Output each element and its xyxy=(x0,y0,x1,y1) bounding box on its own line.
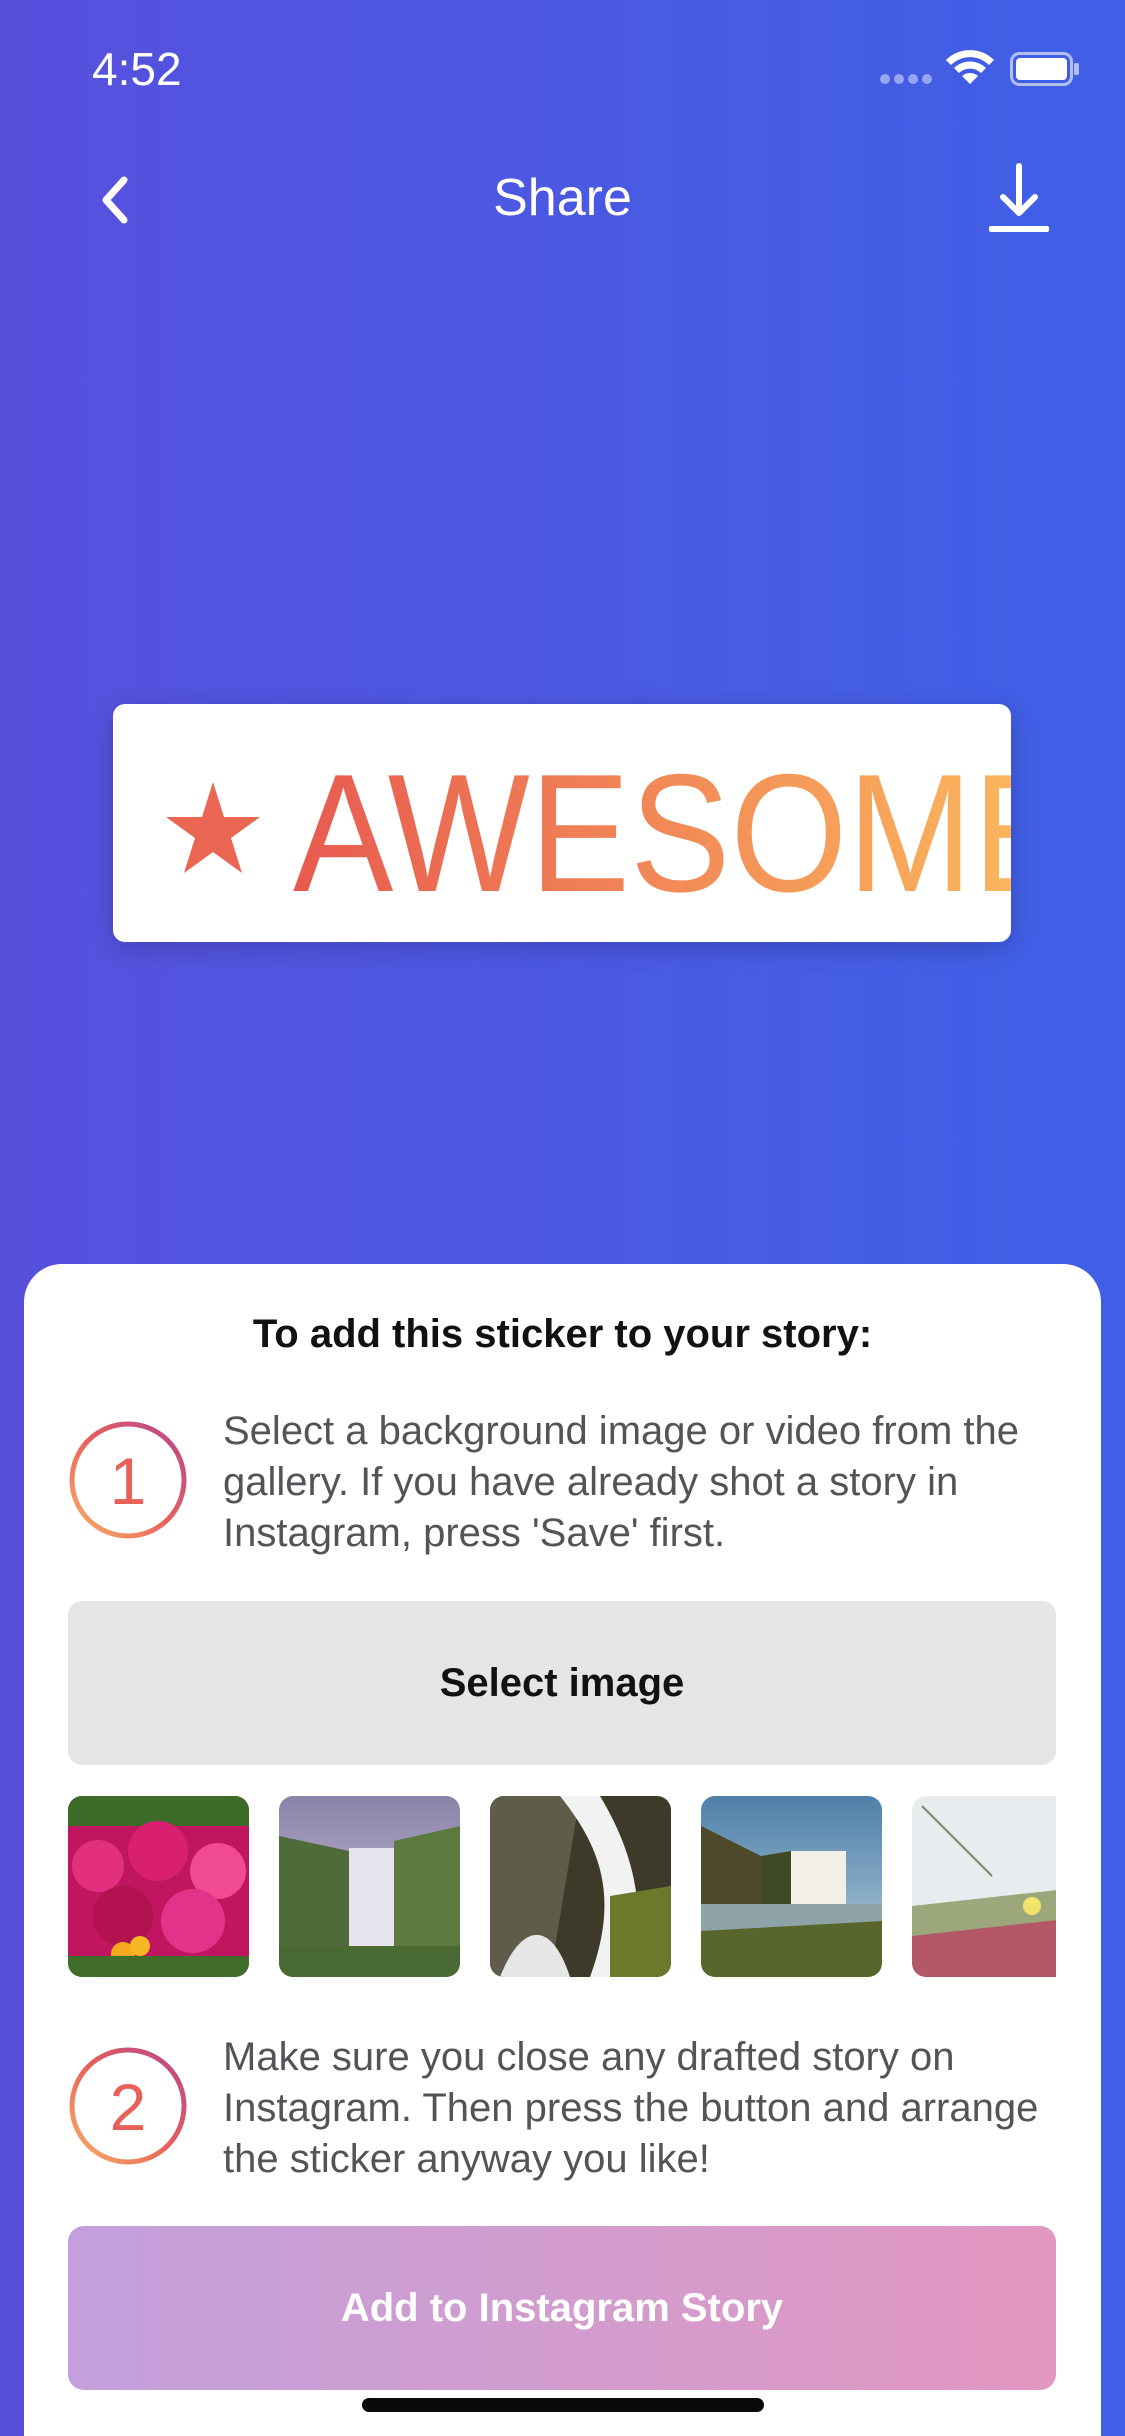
download-icon[interactable] xyxy=(985,160,1053,236)
step-1-text: Select a background image or video from … xyxy=(223,1409,1019,1555)
step-2-text: Make sure you close any drafted story on… xyxy=(223,2035,1039,2181)
status-time: 4:52 xyxy=(92,43,182,95)
add-to-instagram-story-button[interactable]: Add to Instagram Story xyxy=(68,2226,1056,2390)
battery-icon xyxy=(1010,52,1079,86)
sheet-title: To add this sticker to your story: xyxy=(252,1312,873,1356)
sticker-preview: AWESOME xyxy=(113,704,1011,942)
share-screen: 4:52 Share AWESOME To add this sticker t… xyxy=(0,0,1125,2436)
home-indicator xyxy=(362,2398,764,2412)
cellular-signal-icon xyxy=(880,74,934,84)
sticker-text: AWESOME xyxy=(293,739,1011,927)
gallery-thumbnail[interactable] xyxy=(68,1796,249,1977)
step-2-badge: 2 xyxy=(69,2047,187,2165)
select-image-button[interactable]: Select image xyxy=(68,1601,1056,1765)
wifi-icon xyxy=(946,50,994,84)
svg-text:1: 1 xyxy=(110,1444,147,1518)
gallery-thumbnail[interactable] xyxy=(490,1796,671,1977)
instructions-sheet: To add this sticker to your story: 1 Sel… xyxy=(24,1264,1101,2436)
gallery-thumbnail[interactable] xyxy=(279,1796,460,1977)
step-1-badge: 1 xyxy=(69,1421,187,1539)
star-icon xyxy=(166,782,260,873)
gallery-thumbnail[interactable] xyxy=(701,1796,882,1977)
svg-text:2: 2 xyxy=(110,2070,147,2144)
gallery-thumbnail[interactable] xyxy=(912,1796,1056,1977)
gallery-strip[interactable] xyxy=(68,1796,1056,1978)
page-title: Share xyxy=(493,169,632,227)
